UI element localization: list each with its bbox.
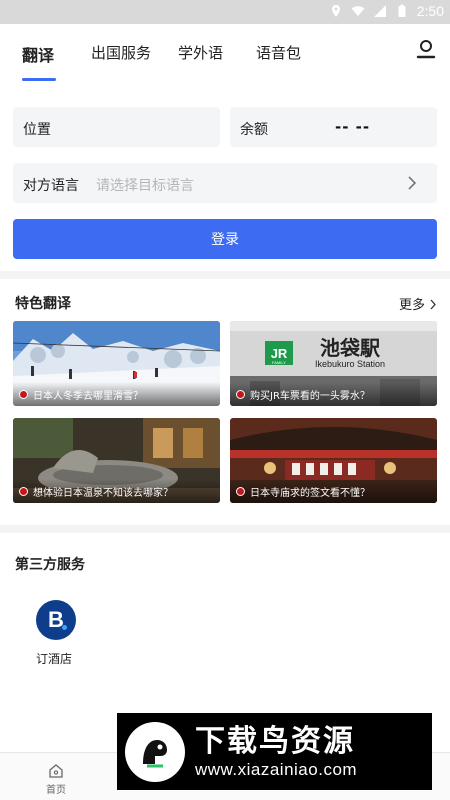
watermark-title: 下载鸟资源 <box>195 723 355 759</box>
login-button[interactable]: 登录 <box>13 219 437 259</box>
more-label: 更多 <box>399 298 426 313</box>
target-language-label: 对方语言 <box>23 178 79 194</box>
featured-tile-onsen[interactable]: 想体验日本温泉不知该去哪家？ <box>13 418 220 503</box>
nav-home-label: 首页 <box>46 785 66 796</box>
location-icon <box>331 5 340 17</box>
tab-translate[interactable]: 翻译 <box>22 42 54 66</box>
status-bar: 2:50 <box>0 0 450 24</box>
signal-icon <box>373 5 386 17</box>
section-divider <box>0 525 450 533</box>
featured-section-title: 特色翻译 <box>15 296 71 312</box>
nav-home[interactable]: 首页 <box>26 763 86 796</box>
station-kanji-text: 池袋駅 <box>320 336 380 360</box>
booking-logo-letter: B <box>48 607 64 632</box>
tab-overseas-service[interactable]: 出国服务 <box>91 42 151 63</box>
target-language-select[interactable]: 对方语言 请选择目标语言 <box>13 163 437 203</box>
balance-card: 余额 -- -- <box>230 107 437 147</box>
chevron-right-icon <box>408 176 417 190</box>
tile-caption: 想体验日本温泉不知该去哪家？ <box>13 479 220 503</box>
bird-logo-icon <box>125 721 185 782</box>
tab-learn-language[interactable]: 学外语 <box>178 42 223 63</box>
tile-caption-text: 日本寺庙求的签文看不懂？ <box>250 487 370 499</box>
tile-caption: 日本人冬季去哪里滑雪？ <box>13 382 220 406</box>
featured-tile-ski[interactable]: 日本人冬季去哪里滑雪？ <box>13 321 220 406</box>
caption-dot-icon <box>236 389 245 399</box>
service-hotel-booking[interactable]: B 订酒店 <box>36 600 76 667</box>
battery-icon <box>398 4 406 17</box>
tile-caption-text: 购买JR车票看的一头雾水？ <box>250 390 370 402</box>
featured-tile-jr[interactable]: JR FAMILY 池袋駅 Ikebukuro Station 购买JR车票看的… <box>230 321 437 406</box>
tile-caption-text: 想体验日本温泉不知该去哪家？ <box>33 487 173 499</box>
jr-logo-text: JR <box>271 346 288 361</box>
watermark-banner: 下载鸟资源 www.xiazainiao.com <box>117 713 432 790</box>
caption-dot-icon <box>19 486 28 496</box>
station-name-text: Ikebukuro Station <box>315 359 385 369</box>
featured-tile-temple[interactable]: 日本寺庙求的签文看不懂？ <box>230 418 437 503</box>
section-divider <box>0 271 450 279</box>
caption-dot-icon <box>236 486 245 496</box>
status-time: 2:50 <box>416 3 444 19</box>
third-party-section-title: 第三方服务 <box>15 557 85 573</box>
top-tabs: 翻译 出国服务 学外语 语音包 <box>0 30 450 81</box>
wifi-icon <box>351 6 365 16</box>
service-label: 订酒店 <box>35 652 72 666</box>
more-link[interactable]: 更多 <box>399 294 437 313</box>
balance-value: -- -- <box>335 118 371 136</box>
tab-voice-pack[interactable]: 语音包 <box>256 42 301 63</box>
caption-dot-icon <box>19 389 28 399</box>
booking-logo-icon: B <box>36 600 76 640</box>
chevron-right-icon <box>430 299 437 310</box>
jr-sub-text: FAMILY <box>272 360 286 365</box>
active-tab-indicator <box>22 78 56 81</box>
watermark-url: www.xiazainiao.com <box>195 759 358 779</box>
user-icon[interactable] <box>414 38 438 62</box>
balance-label: 余额 <box>240 122 268 138</box>
location-field[interactable]: 位置 <box>13 107 220 147</box>
target-language-placeholder: 请选择目标语言 <box>96 178 194 194</box>
location-label: 位置 <box>23 122 51 138</box>
tile-caption: 购买JR车票看的一头雾水？ <box>230 382 437 406</box>
home-icon <box>49 764 63 778</box>
tile-caption-text: 日本人冬季去哪里滑雪？ <box>33 390 143 402</box>
tile-caption: 日本寺庙求的签文看不懂？ <box>230 479 437 503</box>
